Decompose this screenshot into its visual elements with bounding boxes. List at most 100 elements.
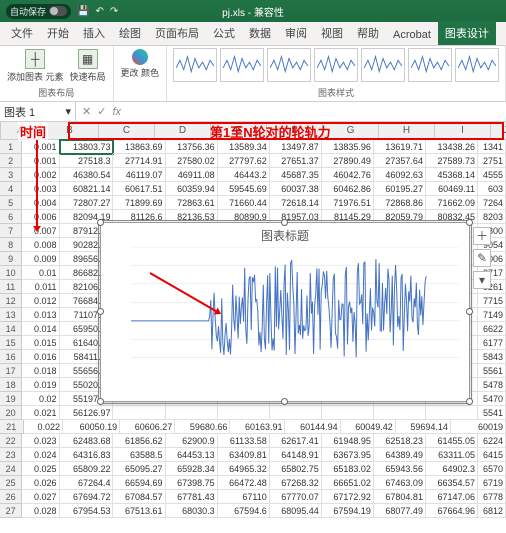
cell[interactable]: 46092.63 [374,168,426,182]
cell[interactable]: 5561 [478,364,506,378]
col-header[interactable]: C [99,122,155,139]
cell[interactable]: 62483.68 [60,434,114,448]
cell[interactable]: 13803.73 [60,140,114,154]
cell[interactable]: 46042.76 [322,168,374,182]
chart-style-thumb[interactable] [314,48,358,82]
cell[interactable]: 45368.14 [426,168,478,182]
cell[interactable]: 27580.02 [166,154,218,168]
chart-style-thumb[interactable] [408,48,452,82]
cell[interactable]: 60469.11 [426,182,478,196]
cell[interactable]: 64148.91 [270,448,322,462]
col-header[interactable]: B [41,122,99,139]
cell[interactable] [113,406,165,420]
cell[interactable]: 0.006 [22,210,59,224]
cell[interactable]: 60359.94 [166,182,218,196]
cell[interactable]: 65809.22 [60,462,114,476]
cell[interactable] [322,406,374,420]
resize-handle[interactable] [281,219,288,226]
cell[interactable]: 13497.87 [270,140,322,154]
quick-layout-button[interactable]: ▦快速布局 [69,48,107,84]
cell[interactable]: 67664.96 [426,504,478,518]
cell[interactable]: 66651.02 [322,476,374,490]
cell[interactable]: 71976.51 [322,196,374,210]
cell[interactable]: 67770.07 [270,490,322,504]
cell[interactable]: 62518.23 [374,434,426,448]
tab-页面布局[interactable]: 页面布局 [148,21,206,45]
cell[interactable]: 60163.91 [230,420,285,434]
resize-handle[interactable] [97,308,104,315]
row-header[interactable]: 1 [0,140,22,154]
row-header[interactable]: 10 [0,266,22,280]
cell[interactable]: 27651.37 [270,154,322,168]
cell[interactable]: 0.02 [22,392,59,406]
tab-绘图[interactable]: 绘图 [112,21,148,45]
cell[interactable]: 13438.26 [426,140,478,154]
cell[interactable]: 1341 [478,140,506,154]
chart-style-thumb[interactable] [267,48,311,82]
cell[interactable]: 72807.27 [60,196,114,210]
cell[interactable] [218,406,270,420]
cell[interactable]: 60195.27 [374,182,426,196]
cell[interactable]: 68030.3 [166,504,218,518]
tab-图表设计[interactable]: 图表设计 [438,21,496,45]
row-header[interactable]: 18 [0,378,22,392]
chart-styles-button[interactable]: ✎ [473,249,491,267]
row-header[interactable]: 21 [0,420,24,434]
cell[interactable]: 67268.32 [270,476,322,490]
cancel-icon[interactable]: ✕ [82,105,91,118]
cell[interactable]: 61856.62 [113,434,165,448]
chart-filters-button[interactable]: ▾ [473,271,491,289]
cell[interactable]: 13756.36 [166,140,218,154]
chart-style-thumb[interactable] [220,48,264,82]
cell[interactable]: 6778 [478,490,506,504]
resize-handle[interactable] [466,398,473,405]
save-icon[interactable]: 💾 [77,6,89,17]
cell[interactable]: 6622 [478,322,506,336]
chart-style-thumb[interactable] [173,48,217,82]
cell[interactable]: 63311.05 [426,448,478,462]
resize-handle[interactable] [466,308,473,315]
cell[interactable]: 64965.32 [218,462,270,476]
cell[interactable]: 65943.56 [374,462,426,476]
cell[interactable]: 5843 [478,350,506,364]
cell[interactable]: 72618.14 [270,196,322,210]
cell[interactable]: 62617.41 [270,434,322,448]
cell[interactable]: 13619.71 [374,140,426,154]
cell[interactable]: 603 [478,182,506,196]
cell[interactable]: 66472.48 [218,476,270,490]
cell[interactable]: 0.025 [22,462,59,476]
cell[interactable]: 60462.86 [322,182,374,196]
cell[interactable]: 67594.6 [218,504,270,518]
cell[interactable]: 27714.91 [113,154,165,168]
redo-icon[interactable]: ↷ [110,6,118,17]
tab-开始[interactable]: 开始 [40,21,76,45]
chart-title[interactable]: 图表标题 [101,223,469,248]
cell[interactable]: 0.024 [22,448,59,462]
cell[interactable]: 5470 [478,392,506,406]
cell[interactable]: 71899.69 [113,196,165,210]
add-chart-element-button[interactable]: ┼添加图表 元素 [6,48,65,84]
cell[interactable] [270,406,322,420]
cell[interactable]: 0.021 [22,406,59,420]
tab-Acrobat[interactable]: Acrobat [386,25,438,45]
cell[interactable]: 66594.69 [113,476,165,490]
cell[interactable]: 6177 [478,336,506,350]
cell[interactable]: 27589.73 [426,154,478,168]
cell[interactable]: 67594.19 [322,504,374,518]
cell[interactable]: 64902.3 [426,462,478,476]
col-header[interactable]: G [323,122,379,139]
cell[interactable]: 71660.44 [218,196,270,210]
cell[interactable]: 67694.72 [60,490,114,504]
cell[interactable]: 61133.58 [218,434,270,448]
cell[interactable]: 0.023 [22,434,59,448]
row-header[interactable]: 20 [0,406,22,420]
cell[interactable]: 0.013 [22,308,59,322]
cell[interactable]: 0.001 [22,140,59,154]
cell[interactable]: 60144.94 [285,420,340,434]
row-header[interactable]: 25 [0,476,22,490]
chart-style-thumb[interactable] [455,48,499,82]
cell[interactable]: 62900.9 [166,434,218,448]
cell[interactable]: 59545.69 [218,182,270,196]
row-header[interactable]: 23 [0,448,22,462]
cell[interactable]: 67463.09 [374,476,426,490]
